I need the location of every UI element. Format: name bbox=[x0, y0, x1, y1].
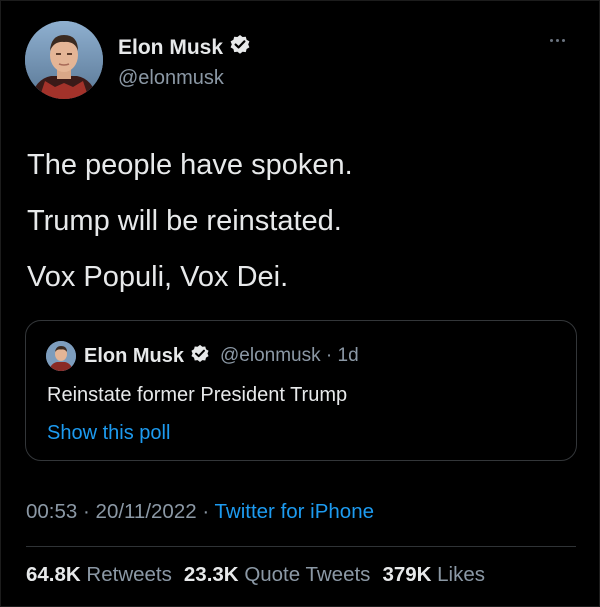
retweets-label: Retweets bbox=[86, 563, 172, 586]
tweet-time[interactable]: 00:53 bbox=[26, 500, 77, 523]
likes-count: 379K bbox=[382, 563, 432, 586]
quoted-tweet[interactable]: Elon Musk @elonmusk · 1d Reinstate forme… bbox=[25, 320, 577, 461]
verified-badge-icon bbox=[190, 344, 210, 369]
tweet-line: The people have spoken. bbox=[27, 149, 353, 181]
tweet-line: Trump will be reinstated. bbox=[27, 205, 342, 237]
quoted-author-handle: @elonmusk · 1d bbox=[220, 345, 359, 366]
quote-tweets-label: Quote Tweets bbox=[244, 563, 371, 586]
retweets-count: 64.8K bbox=[26, 563, 81, 586]
tweet-line: Vox Populi, Vox Dei. bbox=[27, 261, 289, 293]
tweet-stats: 64.8K Retweets 23.3K Quote Tweets 379K L… bbox=[26, 563, 485, 587]
quoted-author-name: Elon Musk bbox=[84, 344, 185, 367]
tweet-meta: 00:53 · 20/11/2022 · Twitter for iPhone bbox=[26, 500, 375, 523]
quote-tweets-count: 23.3K bbox=[183, 563, 239, 586]
author-name[interactable]: Elon Musk bbox=[118, 36, 223, 60]
name-row: Elon Musk bbox=[118, 34, 251, 61]
quoted-tweet-age: 1d bbox=[337, 345, 359, 366]
tweet-date[interactable]: 20/11/2022 bbox=[96, 500, 197, 523]
retweets-stat[interactable]: 64.8K Retweets bbox=[26, 563, 172, 587]
author-block: Elon Musk @elonmusk bbox=[118, 34, 251, 90]
author-handle[interactable]: @elonmusk bbox=[118, 67, 251, 90]
quoted-tweet-header: Elon Musk @elonmusk · 1d bbox=[46, 341, 359, 371]
divider bbox=[26, 546, 576, 547]
tweet-source[interactable]: Twitter for iPhone bbox=[215, 500, 375, 523]
likes-label: Likes bbox=[437, 563, 486, 586]
likes-stat[interactable]: 379K Likes bbox=[382, 563, 485, 587]
quoted-tweet-text: Reinstate former President Trump bbox=[47, 384, 348, 406]
quoted-avatar bbox=[46, 341, 76, 371]
avatar-image bbox=[25, 21, 103, 99]
quote-tweets-stat[interactable]: 23.3K Quote Tweets bbox=[184, 563, 371, 587]
avatar[interactable] bbox=[25, 21, 103, 99]
more-icon[interactable] bbox=[550, 39, 565, 42]
show-poll-link[interactable]: Show this poll bbox=[47, 422, 170, 445]
tweet-card: Elon Musk @elonmusk The people have spok… bbox=[0, 0, 600, 607]
tweet-text: The people have spoken. Trump will be re… bbox=[27, 137, 567, 305]
verified-badge-icon bbox=[229, 34, 251, 61]
